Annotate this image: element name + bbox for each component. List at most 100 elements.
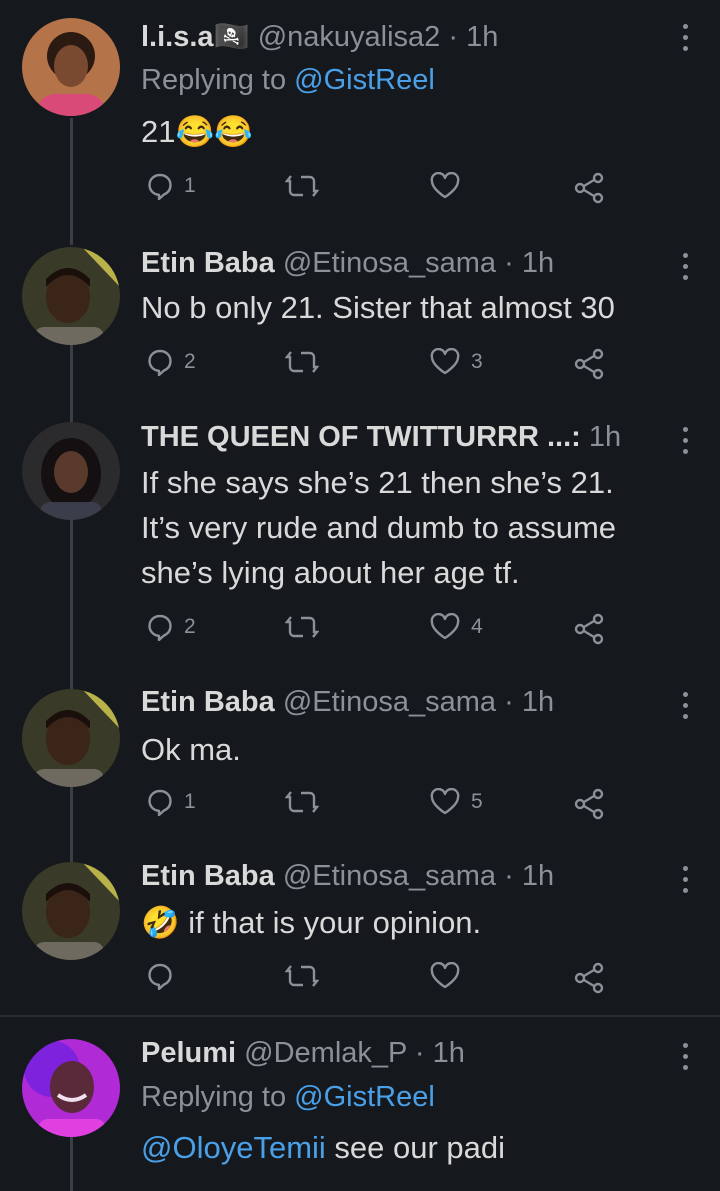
tweet-text-body: if that is your opinion. <box>179 905 482 940</box>
avatar[interactable] <box>22 862 120 960</box>
timestamp[interactable]: 1h <box>589 421 621 453</box>
tweet-3[interactable]: THE QUEEN OF TWITTURRR ...: 1h If she sa… <box>0 410 720 675</box>
reply-count: 2 <box>184 615 196 638</box>
like-count: 4 <box>471 615 483 638</box>
reply-button[interactable] <box>146 962 184 990</box>
more-options-icon[interactable] <box>678 253 692 280</box>
display-name[interactable]: Etin Baba <box>141 860 275 892</box>
like-button[interactable] <box>429 172 471 200</box>
mention-link[interactable]: @OloyeTemii <box>141 1130 326 1165</box>
display-name[interactable]: Pelumi <box>141 1037 236 1069</box>
tweet-header: Etin Baba @Etinosa_sama · 1h <box>141 686 660 719</box>
retweet-button[interactable] <box>285 172 329 200</box>
share-icon <box>574 172 604 204</box>
tweet-6[interactable]: Pelumi @Demlak_P · 1h Replying to @GistR… <box>0 1017 720 1191</box>
like-button[interactable] <box>429 962 471 990</box>
like-button[interactable]: 4 <box>429 613 483 641</box>
user-handle[interactable]: @Etinosa_sama <box>283 860 496 892</box>
tweet-header: Pelumi @Demlak_P · 1h <box>141 1037 660 1070</box>
laughing-emoji: 😂😂 <box>175 114 253 149</box>
display-name[interactable]: l.i.s.a🏴‍☠️ <box>141 21 250 53</box>
reply-icon <box>148 963 172 990</box>
retweet-button[interactable] <box>285 962 329 990</box>
reply-button[interactable]: 2 <box>146 613 196 641</box>
share-icon <box>574 613 604 645</box>
retweet-button[interactable] <box>285 613 329 641</box>
avatar[interactable] <box>22 1039 120 1137</box>
more-options-icon[interactable] <box>678 692 692 719</box>
timestamp[interactable]: 1h <box>522 860 554 892</box>
thread-line <box>70 787 73 850</box>
more-options-icon[interactable] <box>678 24 692 51</box>
user-handle[interactable]: @Etinosa_sama <box>283 247 496 279</box>
avatar[interactable] <box>22 247 120 345</box>
reply-icon <box>148 614 172 641</box>
tweet-header: Etin Baba @Etinosa_sama · 1h <box>141 860 660 893</box>
replying-to-link[interactable]: @GistReel <box>294 64 435 96</box>
retweet-button[interactable] <box>285 348 329 376</box>
tweet-text-body: 21 <box>141 114 176 149</box>
tweet-text: @OloyeTemii see our padi <box>141 1125 670 1170</box>
like-button[interactable]: 3 <box>429 348 483 376</box>
tweet-text: 21😂😂 <box>141 109 670 154</box>
tweet-header: Etin Baba @Etinosa_sama · 1h <box>141 247 660 280</box>
avatar[interactable] <box>22 422 120 520</box>
separator: · <box>406 1037 433 1069</box>
user-handle[interactable]: @Etinosa_sama <box>283 686 496 718</box>
action-bar <box>141 962 621 996</box>
thread-line <box>70 410 73 422</box>
heart-icon <box>430 613 460 640</box>
display-name[interactable]: Etin Baba <box>141 686 275 718</box>
tweet-4[interactable]: Etin Baba @Etinosa_sama · 1h Ok ma. 1 5 <box>0 675 720 850</box>
retweet-icon <box>285 791 319 813</box>
display-name[interactable]: Etin Baba <box>141 247 275 279</box>
reply-icon <box>148 349 172 376</box>
thread-line <box>70 675 73 689</box>
share-button[interactable] <box>573 172 605 204</box>
action-bar: 1 5 <box>141 788 621 822</box>
user-handle[interactable]: @Demlak_P <box>244 1037 407 1069</box>
replying-to-label: Replying to <box>141 1081 295 1113</box>
user-handle[interactable]: @nakuyalisa2 <box>258 21 441 53</box>
action-bar: 2 3 <box>141 348 621 382</box>
retweet-icon <box>285 175 319 197</box>
retweet-button[interactable] <box>285 788 329 816</box>
tweet-1[interactable]: l.i.s.a🏴‍☠️ @nakuyalisa2 · 1h Replying t… <box>0 0 720 235</box>
share-button[interactable] <box>573 613 605 645</box>
more-options-icon[interactable] <box>678 427 692 454</box>
replying-to-link[interactable]: @GistReel <box>294 1081 435 1113</box>
reply-button[interactable]: 1 <box>146 788 196 816</box>
reply-button[interactable]: 1 <box>146 172 196 200</box>
tweet-text: No b only 21. Sister that almost 30 <box>141 290 615 325</box>
share-button[interactable] <box>573 962 605 994</box>
timestamp[interactable]: 1h <box>433 1037 465 1069</box>
reply-icon <box>148 789 172 816</box>
share-button[interactable] <box>573 348 605 380</box>
replying-to-label: Replying to <box>141 64 295 96</box>
display-name[interactable]: THE QUEEN OF TWITTURRR ...: <box>141 421 581 453</box>
share-button[interactable] <box>573 788 605 820</box>
separator: · <box>496 860 522 892</box>
heart-icon <box>430 172 460 199</box>
timestamp[interactable]: 1h <box>522 247 554 279</box>
timestamp[interactable]: 1h <box>522 686 554 718</box>
tweet-5[interactable]: Etin Baba @Etinosa_sama · 1h 🤣 if that i… <box>0 850 720 1015</box>
avatar[interactable] <box>22 689 120 787</box>
avatar[interactable] <box>22 18 120 116</box>
heart-icon <box>430 962 460 989</box>
reply-button[interactable]: 2 <box>146 348 196 376</box>
separator: · <box>496 247 522 279</box>
retweet-icon <box>285 965 319 987</box>
thread-line <box>70 850 73 862</box>
more-options-icon[interactable] <box>678 1043 692 1070</box>
reply-icon <box>148 173 172 200</box>
timestamp[interactable]: 1h <box>466 21 498 53</box>
more-options-icon[interactable] <box>678 866 692 893</box>
like-count: 3 <box>471 350 483 373</box>
tweet-text-line: It’s very rude and dumb to assume <box>141 510 617 545</box>
tweet-2[interactable]: Etin Baba @Etinosa_sama · 1h No b only 2… <box>0 230 720 410</box>
tweet-text: Ok ma. <box>141 732 241 767</box>
tweet-header: THE QUEEN OF TWITTURRR ...: 1h <box>141 421 660 454</box>
tweet-text: 🤣 if that is your opinion. <box>141 900 670 945</box>
like-button[interactable]: 5 <box>429 788 483 816</box>
